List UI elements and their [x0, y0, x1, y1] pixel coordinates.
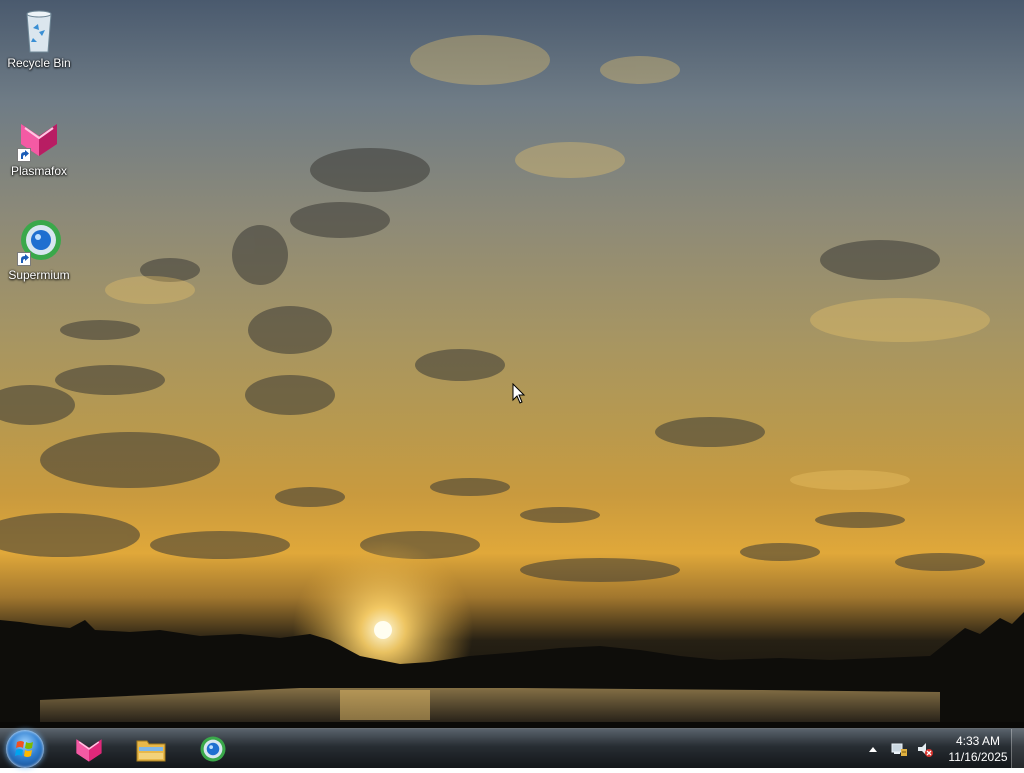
windows-start-orb-icon: [15, 741, 33, 757]
plasmafox-icon: [15, 114, 63, 162]
recycle-bin-icon: [15, 6, 63, 54]
desktop[interactable]: Recycle Bin Plasmafox Supermium: [0, 0, 1024, 728]
file-explorer-icon: [136, 740, 166, 762]
wallpaper-sunset-clouds: [0, 35, 1024, 728]
start-button[interactable]: [6, 730, 44, 768]
plasmafox-icon: [76, 739, 102, 762]
taskbar: 4:33 AM 11/16/2025: [0, 728, 1024, 769]
show-desktop-button[interactable]: [1011, 729, 1024, 769]
taskbar-file-explorer-button[interactable]: [124, 731, 178, 767]
taskbar-plasmafox-button[interactable]: [62, 731, 116, 767]
taskbar-supermium-button[interactable]: [186, 731, 240, 767]
clock-time: 4:33 AM: [955, 734, 1001, 748]
volume-muted-icon[interactable]: [916, 740, 934, 758]
network-icon[interactable]: [890, 740, 908, 758]
system-tray: 4:33 AM 11/16/2025: [860, 729, 1010, 769]
desktop-icon-plasmafox[interactable]: Plasmafox: [1, 114, 77, 178]
shortcut-arrow-icon: [17, 148, 31, 162]
supermium-label: Supermium: [8, 268, 70, 282]
supermium-icon: [200, 736, 226, 762]
clock-date: 11/16/2025: [948, 750, 1008, 764]
shortcut-arrow-icon: [17, 252, 31, 266]
recycle-bin-label: Recycle Bin: [7, 56, 71, 70]
clock[interactable]: 4:33 AM 11/16/2025: [946, 733, 1010, 765]
show-hidden-icons-arrow-icon[interactable]: [864, 740, 882, 758]
desktop-icon-supermium[interactable]: Supermium: [1, 218, 77, 282]
supermium-icon: [15, 218, 63, 266]
desktop-icon-recycle-bin[interactable]: Recycle Bin: [1, 6, 77, 70]
plasmafox-label: Plasmafox: [10, 164, 68, 178]
mouse-pointer-icon: [512, 383, 526, 404]
